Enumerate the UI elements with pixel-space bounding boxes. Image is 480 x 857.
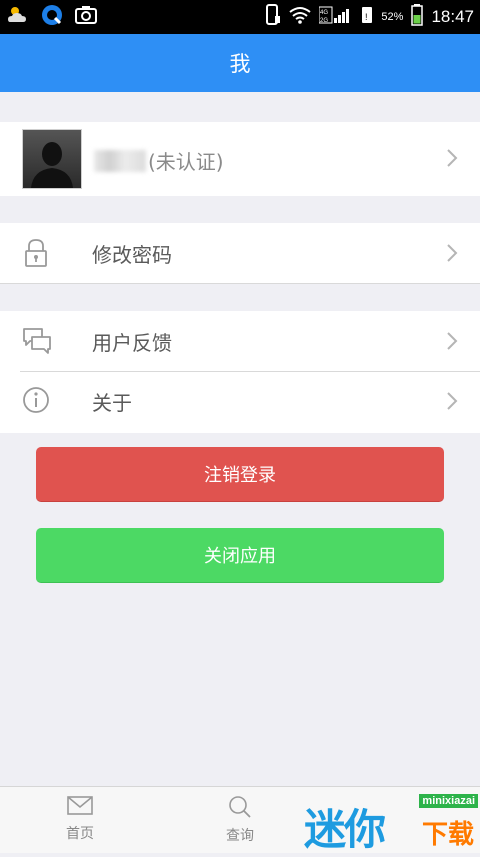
menu-item-feedback[interactable]: 用户反馈 <box>0 311 480 371</box>
battery-icon <box>411 4 424 30</box>
watermark-domain: minixiazai <box>419 794 478 808</box>
sim-icon: ! <box>361 6 373 28</box>
svg-text:4G: 4G <box>320 10 328 16</box>
svg-text:!: ! <box>365 12 368 22</box>
menu-item-label: 关于 <box>92 391 132 415</box>
nav-label-search: 查询 <box>226 828 254 844</box>
svg-text:2G: 2G <box>320 18 328 24</box>
signal-icon: 4G 2G <box>318 5 353 29</box>
qq-browser-icon <box>40 3 64 31</box>
search-icon <box>226 796 254 823</box>
nav-item-search[interactable]: 查询 <box>200 795 280 845</box>
chevron-right-icon <box>446 243 458 267</box>
support-group: 用户反馈 关于 <box>0 311 480 433</box>
wifi-icon <box>289 6 312 28</box>
verification-status: (未认证) <box>148 150 224 174</box>
clock: 18:47 <box>431 7 474 26</box>
profile-row[interactable]: (未认证) <box>0 122 480 196</box>
menu-item-label: 用户反馈 <box>92 331 172 355</box>
info-icon <box>22 385 50 417</box>
lock-icon <box>22 237 50 269</box>
chevron-right-icon <box>446 331 458 355</box>
avatar <box>22 129 82 189</box>
security-group: 修改密码 <box>0 223 480 284</box>
weather-icon <box>6 4 30 30</box>
mail-icon <box>66 796 94 821</box>
chevron-right-icon <box>446 391 458 415</box>
watermark-brand: 迷你 <box>304 805 386 854</box>
menu-item-about[interactable]: 关于 <box>0 371 480 431</box>
watermark-download: 下载 <box>421 820 474 850</box>
nav-item-home[interactable]: 首页 <box>40 795 120 843</box>
nav-label-home: 首页 <box>66 826 94 842</box>
watermark: 迷你 minixiazai 下载 <box>300 790 480 854</box>
screenshot-icon <box>74 4 98 30</box>
default-avatar-icon <box>23 130 81 188</box>
status-bar: 4G 2G ! 52% 18:47 <box>0 0 480 34</box>
chevron-right-icon <box>446 148 458 172</box>
close-app-button[interactable]: 关闭应用 <box>36 528 444 583</box>
battery-percent: 52% <box>381 11 404 23</box>
feedback-icon <box>22 325 51 357</box>
profile-name: (未认证) <box>94 146 224 175</box>
status-bar-right: 4G 2G ! 52% 18:47 <box>265 0 474 34</box>
logout-button[interactable]: 注销登录 <box>36 447 444 502</box>
blurred-username <box>94 150 146 172</box>
menu-item-label: 修改密码 <box>92 243 172 267</box>
page-title: 我 <box>229 52 251 76</box>
divider <box>0 283 480 284</box>
status-bar-left <box>6 4 98 30</box>
phone-icon <box>265 4 281 30</box>
menu-item-change-password[interactable]: 修改密码 <box>0 223 480 283</box>
header-bar: 我 <box>0 34 480 92</box>
